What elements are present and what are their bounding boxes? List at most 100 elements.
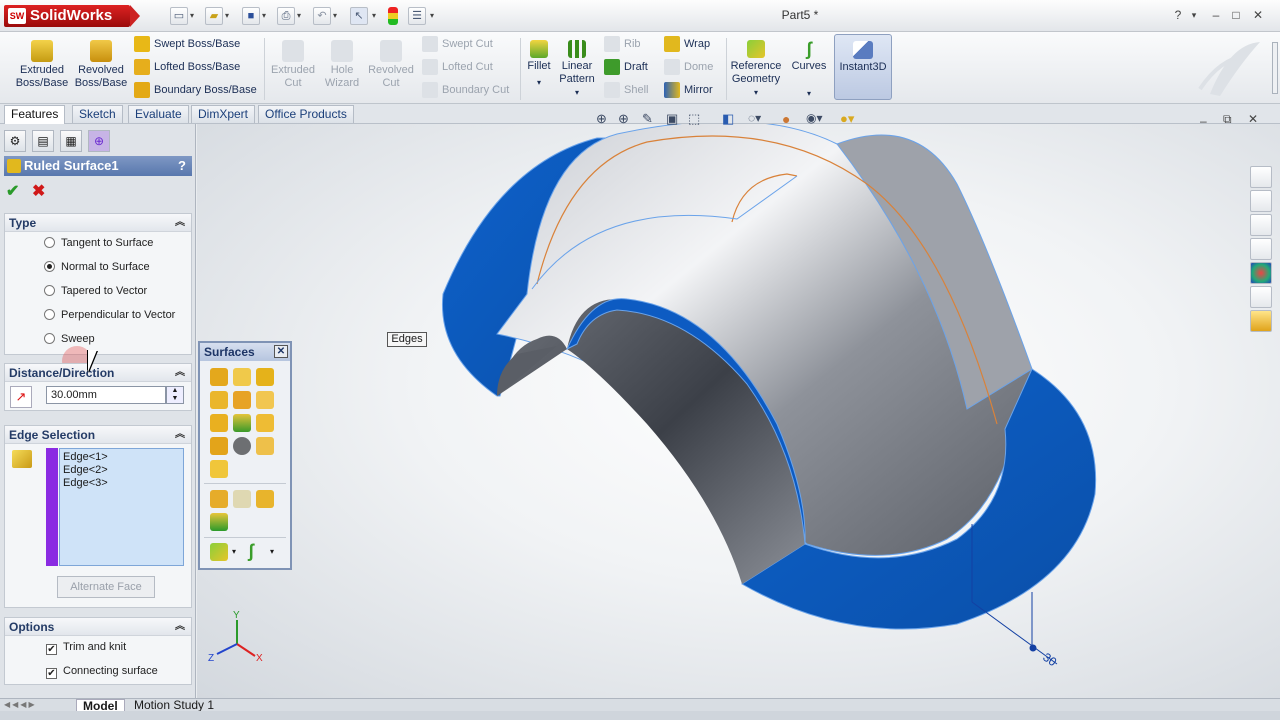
replace-face-icon[interactable]: [210, 513, 228, 531]
offset-surface-icon[interactable]: [256, 391, 274, 409]
forum-icon[interactable]: [1250, 310, 1272, 332]
shell-button[interactable]: Shell: [602, 80, 662, 100]
reverse-direction-icon[interactable]: ↗: [10, 386, 32, 408]
boundary-surface-icon[interactable]: [233, 391, 251, 409]
radio-button[interactable]: [44, 309, 55, 320]
reference-geometry-button[interactable]: Reference Geometry ▾: [728, 34, 784, 99]
dimxpert-tab-icon[interactable]: ⊕: [88, 130, 110, 152]
collapse-chevron-icon[interactable]: ︽: [175, 618, 185, 636]
radiate-surface-icon[interactable]: [210, 437, 228, 455]
option-perpendicular[interactable]: Perpendicular to Vector: [44, 306, 175, 324]
pattern-dropdown-icon[interactable]: ▾: [556, 86, 598, 99]
select-dropdown-icon[interactable]: ▾: [372, 7, 380, 25]
minimize-icon[interactable]: –: [1208, 8, 1224, 22]
close-icon[interactable]: ✕: [1250, 8, 1266, 22]
distance-spinner[interactable]: ▲ ▼: [166, 386, 184, 404]
new-dropdown-icon[interactable]: ▾: [190, 7, 198, 25]
propertymanager-tab-icon[interactable]: ▤: [32, 130, 54, 152]
extruded-boss-button[interactable]: Extruded Boss/Base: [14, 34, 70, 90]
appearances-icon[interactable]: [1250, 262, 1272, 284]
close-icon[interactable]: ✕: [274, 345, 288, 358]
type-heading[interactable]: Type ︽: [5, 214, 191, 232]
help-dropdown-icon[interactable]: ▾: [1186, 8, 1202, 22]
solidworks-resources-icon[interactable]: [1250, 166, 1272, 188]
model-canvas[interactable]: 30 Y X Z: [197, 124, 1280, 699]
save-icon[interactable]: ■: [242, 7, 260, 25]
extruded-cut-button[interactable]: Extruded Cut: [268, 34, 318, 90]
previous-view-icon[interactable]: ✎: [642, 111, 653, 127]
fillet-button[interactable]: Fillet ▾: [524, 34, 554, 89]
revolved-boss-button[interactable]: Revolved Boss/Base: [74, 34, 128, 90]
select-pointer-icon[interactable]: ↖: [350, 7, 368, 25]
viewport-restore-icon[interactable]: ⧉: [1223, 112, 1232, 127]
help-icon[interactable]: ?: [178, 156, 186, 176]
fillet-dropdown-icon[interactable]: ▾: [524, 76, 554, 89]
collapse-chevron-icon[interactable]: ︽: [175, 214, 185, 232]
scene-icon[interactable]: ◉▾: [806, 111, 823, 125]
curves-icon[interactable]: ʃ: [248, 541, 254, 562]
new-document-icon[interactable]: ▭: [170, 7, 188, 25]
revolved-cut-button[interactable]: Revolved Cut: [366, 34, 416, 90]
tab-sketch[interactable]: Sketch: [72, 105, 123, 123]
reference-geometry-icon[interactable]: [210, 543, 228, 561]
delete-face-icon[interactable]: [233, 437, 251, 455]
graphics-area[interactable]: 30 Y X Z: [197, 124, 1280, 699]
extend-surface-icon[interactable]: [256, 490, 274, 508]
custom-properties-icon[interactable]: [1250, 286, 1272, 308]
surfaces-toolbar[interactable]: Surfaces ✕ ▾ ʃ ▾: [198, 341, 292, 570]
dome-button[interactable]: Dome: [662, 57, 726, 77]
dimension-handle[interactable]: [1029, 644, 1037, 652]
ruled-surface-icon[interactable]: [210, 460, 228, 478]
checkbox-checked-icon[interactable]: ✔: [46, 644, 57, 655]
tab-evaluate[interactable]: Evaluate: [128, 105, 189, 123]
instant3d-button[interactable]: Instant3D: [834, 34, 892, 100]
appearance-icon[interactable]: ●: [782, 111, 790, 127]
thicken-icon[interactable]: [256, 437, 274, 455]
untrim-surface-icon[interactable]: [233, 490, 251, 508]
distance-input[interactable]: 30.00mm: [46, 386, 166, 404]
dimension-value[interactable]: 30: [1040, 650, 1059, 669]
print-dropdown-icon[interactable]: ▾: [297, 7, 305, 25]
cancel-x-icon[interactable]: ✖: [32, 181, 45, 201]
featuremanager-tab-icon[interactable]: ⚙: [4, 130, 26, 152]
list-item[interactable]: Edge<3>: [63, 477, 180, 490]
design-library-icon[interactable]: [1250, 190, 1272, 212]
extruded-surface-icon[interactable]: [210, 368, 228, 386]
connecting-surface-option[interactable]: ✔ Connecting surface: [46, 662, 158, 680]
view-orientation-icon[interactable]: ⬚: [688, 111, 700, 127]
view-palette-icon[interactable]: [1250, 238, 1272, 260]
ok-check-icon[interactable]: ✔: [6, 181, 19, 201]
boundary-boss-button[interactable]: Boundary Boss/Base: [132, 80, 262, 100]
alternate-face-button[interactable]: Alternate Face: [57, 576, 155, 598]
swept-boss-button[interactable]: Swept Boss/Base: [132, 34, 262, 54]
trim-surface-icon[interactable]: [210, 490, 228, 508]
menu-expand-arrow-icon[interactable]: [130, 5, 140, 27]
save-dropdown-icon[interactable]: ▾: [262, 7, 270, 25]
solidworks-logo[interactable]: SW SolidWorks: [4, 5, 130, 27]
hole-wizard-button[interactable]: Hole Wizard: [320, 34, 364, 90]
tab-office-products[interactable]: Office Products: [258, 105, 354, 123]
refgeom-dropdown-icon[interactable]: ▾: [232, 547, 236, 556]
list-item[interactable]: Edge<1>: [63, 451, 180, 464]
zoom-to-fit-icon[interactable]: ⊕: [596, 111, 607, 127]
surfaces-toolbar-title[interactable]: Surfaces ✕: [200, 343, 290, 361]
radio-button[interactable]: [44, 333, 55, 344]
radio-button[interactable]: [44, 285, 55, 296]
collapse-chevron-icon[interactable]: ︽: [175, 426, 185, 444]
trim-and-knit-option[interactable]: ✔ Trim and knit: [46, 638, 126, 656]
options-dropdown-icon[interactable]: ▾: [430, 7, 438, 25]
draft-button[interactable]: Draft: [602, 57, 662, 77]
rib-button[interactable]: Rib: [602, 34, 662, 54]
zoom-area-icon[interactable]: ⊕: [618, 111, 629, 127]
wrap-button[interactable]: Wrap: [662, 34, 726, 54]
view-settings-icon[interactable]: ●▾: [840, 111, 854, 127]
planar-surface-icon[interactable]: [210, 414, 228, 432]
undo-dropdown-icon[interactable]: ▾: [333, 7, 341, 25]
swept-cut-button[interactable]: Swept Cut: [420, 34, 518, 54]
edge-selection-list[interactable]: Edge<1> Edge<2> Edge<3>: [59, 448, 184, 566]
tab-features[interactable]: Features: [4, 105, 66, 124]
maximize-icon[interactable]: □: [1228, 8, 1244, 22]
lofted-surface-icon[interactable]: [210, 391, 228, 409]
radio-button[interactable]: [44, 261, 55, 272]
curves-dropdown-icon[interactable]: ▾: [788, 87, 830, 100]
